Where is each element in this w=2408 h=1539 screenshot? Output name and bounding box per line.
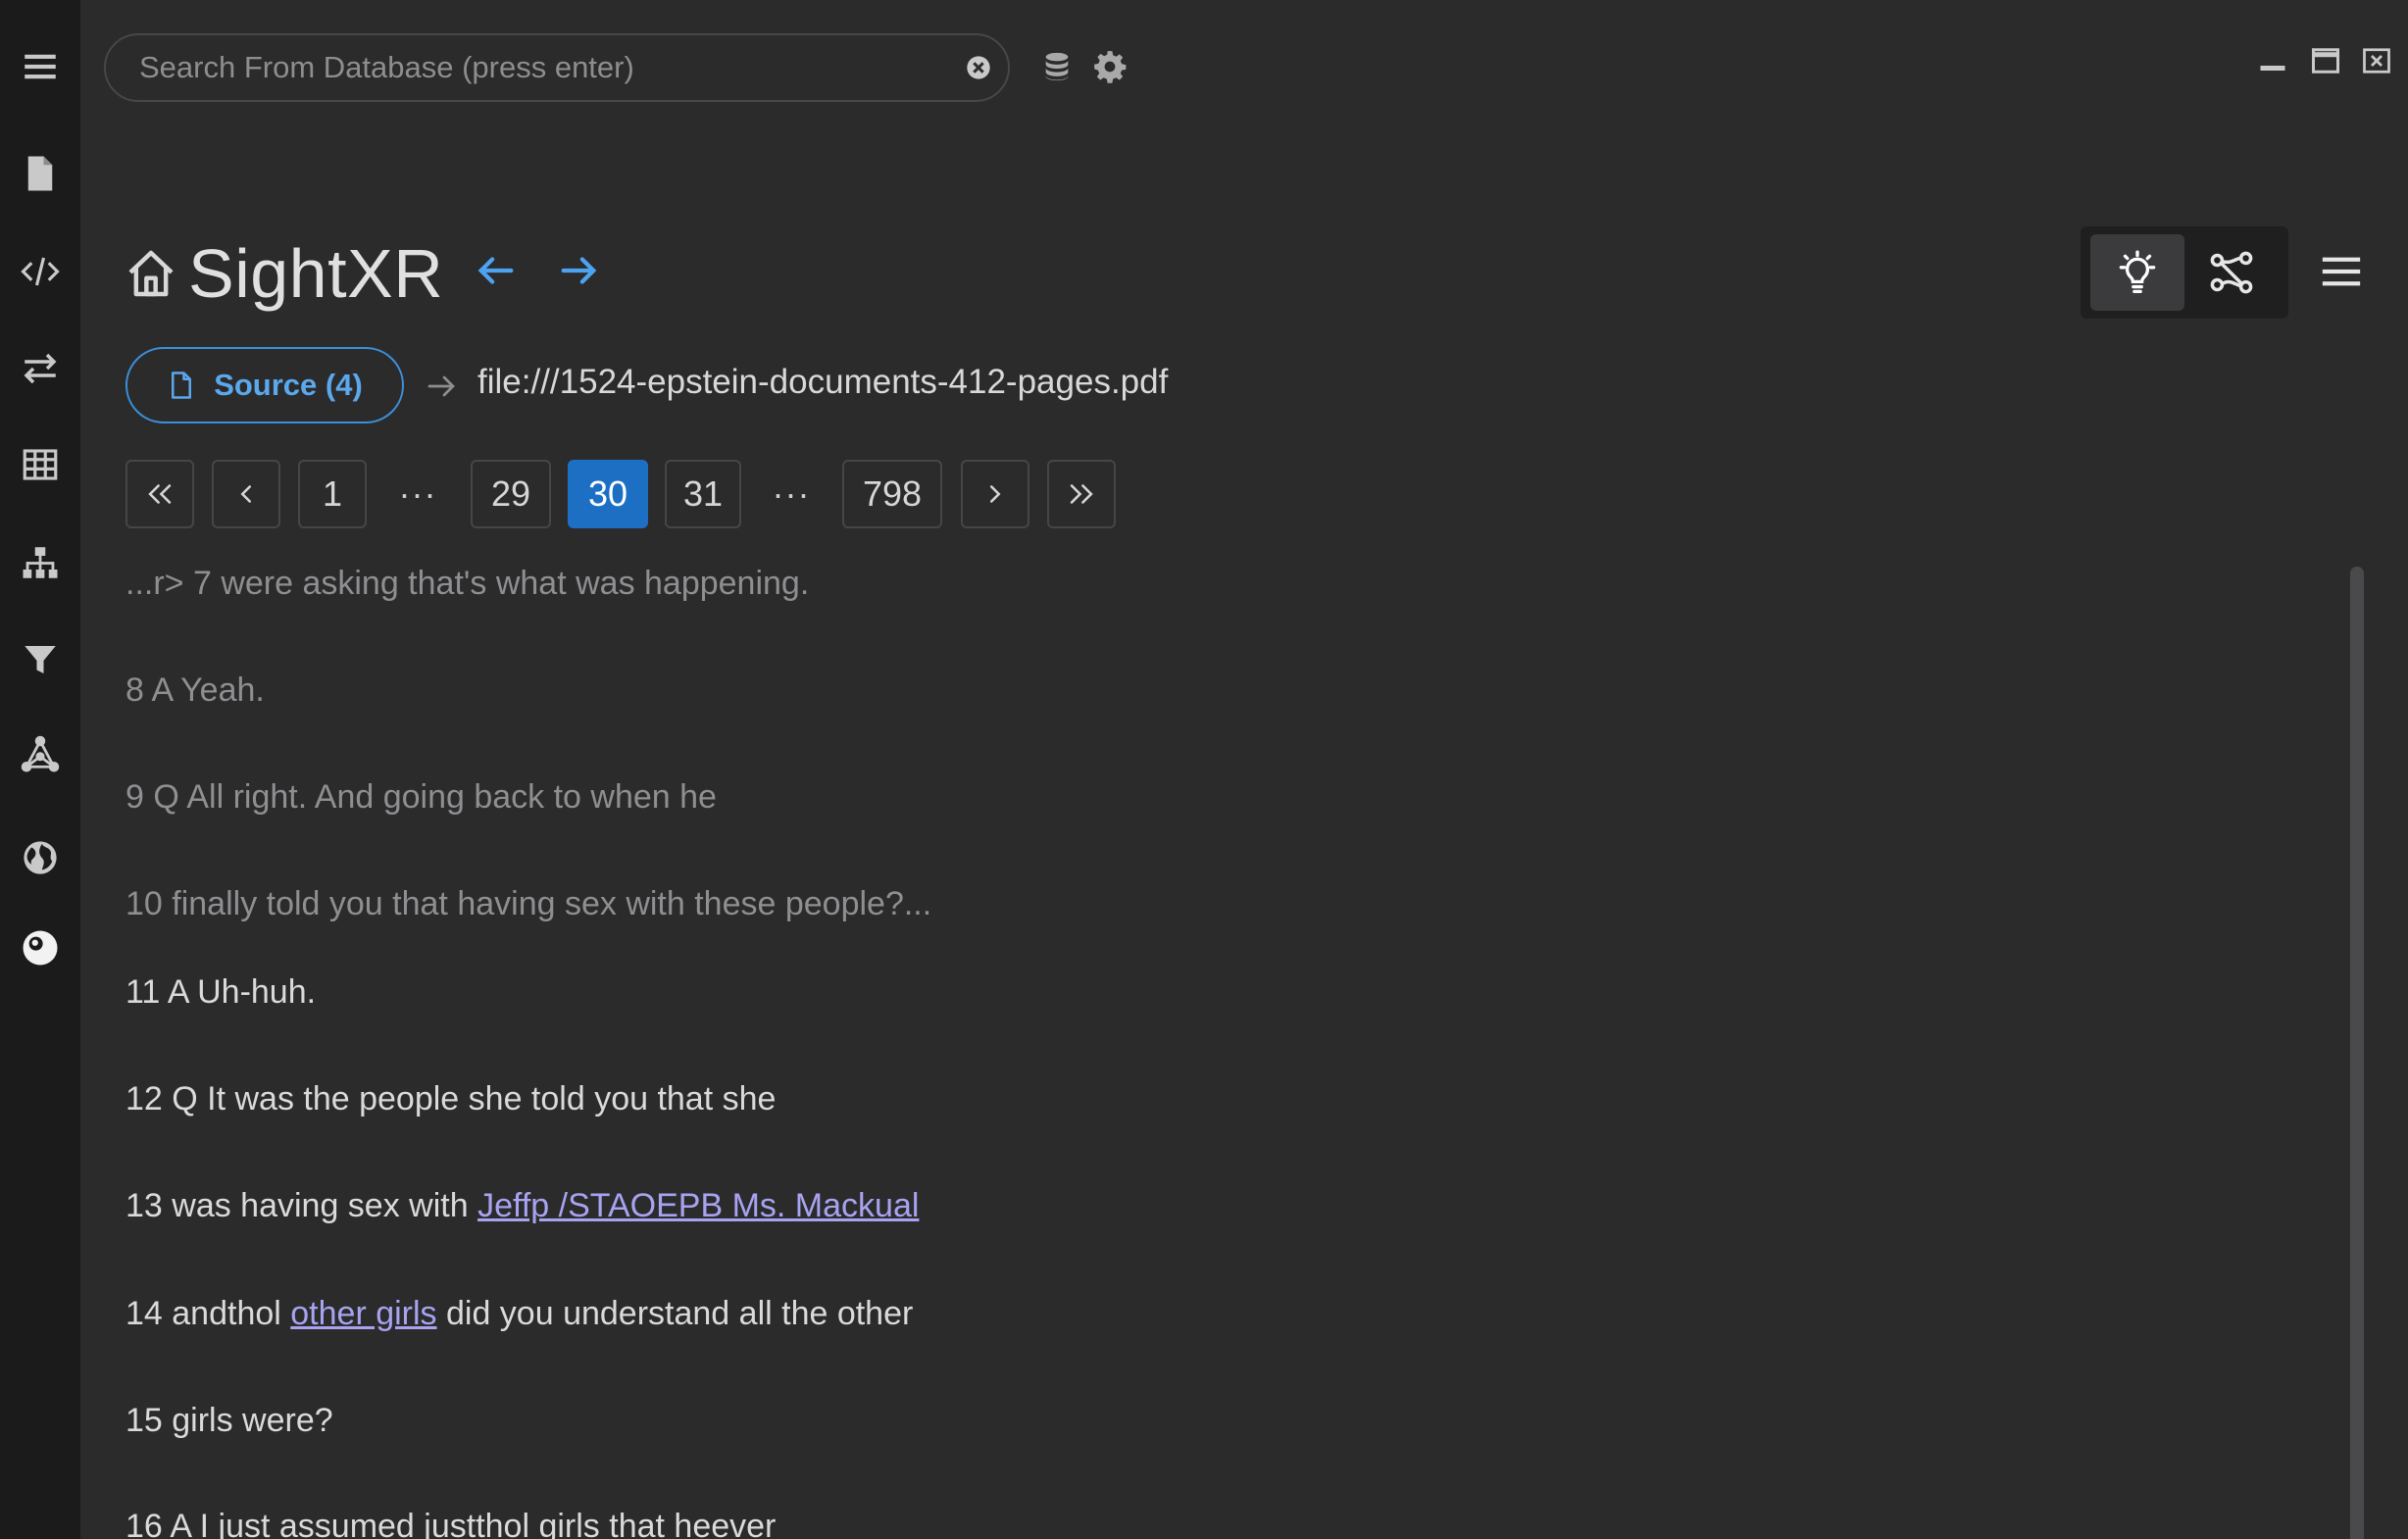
text-line: 12 Q It was the people she told you that… (125, 1080, 777, 1117)
text-line: 10 finally told you that having sex with… (125, 885, 932, 922)
chevron-left-icon (240, 485, 251, 503)
text-line: 16 A I just assumed justthol girls that … (125, 1508, 777, 1539)
text-segment: 13 was having sex with (125, 1187, 478, 1224)
code-icon[interactable] (0, 242, 80, 301)
home-icon[interactable] (124, 246, 178, 301)
forward-arrow-icon[interactable] (551, 243, 606, 298)
text-line: ...r> 7 were asking that's what was happ… (125, 565, 810, 602)
source-button-label: Source (4) (214, 368, 363, 402)
entity-link[interactable]: other girls (290, 1295, 436, 1332)
pagination-ellipsis: ··· (772, 473, 811, 514)
graph-link-icon[interactable] (2184, 234, 2279, 311)
text-line: 11 A Uh-huh. (125, 973, 317, 1011)
text-segment: did you understand all the other (436, 1295, 914, 1332)
page-button-798[interactable]: 798 (842, 460, 942, 528)
back-arrow-icon[interactable] (469, 243, 524, 298)
minimize-icon[interactable] (2253, 43, 2292, 78)
page-button-30[interactable]: 30 (568, 460, 648, 528)
page-title: SightXR (188, 235, 444, 312)
page-button-31[interactable]: 31 (665, 460, 741, 528)
chevron-right-icon (990, 485, 1001, 503)
file-icon[interactable] (0, 144, 80, 203)
menu-icon[interactable] (0, 37, 80, 96)
text-line: 14 andthol other girls did you understan… (125, 1295, 913, 1333)
network-icon[interactable] (0, 725, 80, 784)
entity-link[interactable]: Jeffp /STAOEPB Ms. Mackual (477, 1187, 919, 1224)
text-line: 9 Q All right. And going back to when he (125, 778, 717, 816)
text-line: 13 was having sex with Jeffp /STAOEPB Ms… (125, 1187, 919, 1225)
last-page-button[interactable] (1047, 460, 1116, 528)
text-line: 8 A Yeah. (125, 671, 265, 709)
search-bar (104, 33, 1010, 102)
filter-icon[interactable] (0, 630, 80, 689)
view-toggle (2081, 226, 2288, 319)
prev-page-button[interactable] (212, 460, 280, 528)
table-icon[interactable] (0, 435, 80, 494)
sidebar (0, 0, 80, 1539)
title-row: SightXR (124, 231, 443, 316)
file-path: file:///1524-epstein-documents-412-pages… (477, 363, 1169, 401)
double-chevron-right-icon (1070, 484, 1093, 504)
close-window-icon[interactable] (2357, 43, 2396, 78)
database-icon[interactable] (1033, 43, 1080, 90)
next-page-button[interactable] (961, 460, 1029, 528)
settings-gear-icon[interactable] (1086, 43, 1133, 90)
document-icon (172, 372, 192, 399)
text-line: 15 girls were? (125, 1402, 333, 1439)
mind-icon[interactable] (0, 918, 80, 977)
maximize-icon[interactable] (2306, 43, 2345, 78)
first-page-button[interactable] (125, 460, 194, 528)
page-button-29[interactable]: 29 (471, 460, 551, 528)
globe-icon[interactable] (0, 828, 80, 887)
hierarchy-icon[interactable] (0, 533, 80, 592)
path-arrow-icon (427, 375, 455, 397)
clear-search-icon[interactable] (949, 38, 1008, 97)
more-menu-icon[interactable] (2314, 242, 2369, 301)
scrollbar-thumb[interactable] (2350, 567, 2364, 1539)
lightbulb-icon[interactable] (2090, 234, 2184, 311)
source-button[interactable]: Source (4) (125, 347, 404, 423)
search-input[interactable] (106, 35, 949, 100)
swap-icon[interactable] (0, 339, 80, 398)
page-button-1[interactable]: 1 (298, 460, 367, 528)
text-segment: 14 andthol (125, 1295, 291, 1332)
pagination-ellipsis: ··· (398, 473, 437, 514)
double-chevron-left-icon (148, 484, 172, 504)
